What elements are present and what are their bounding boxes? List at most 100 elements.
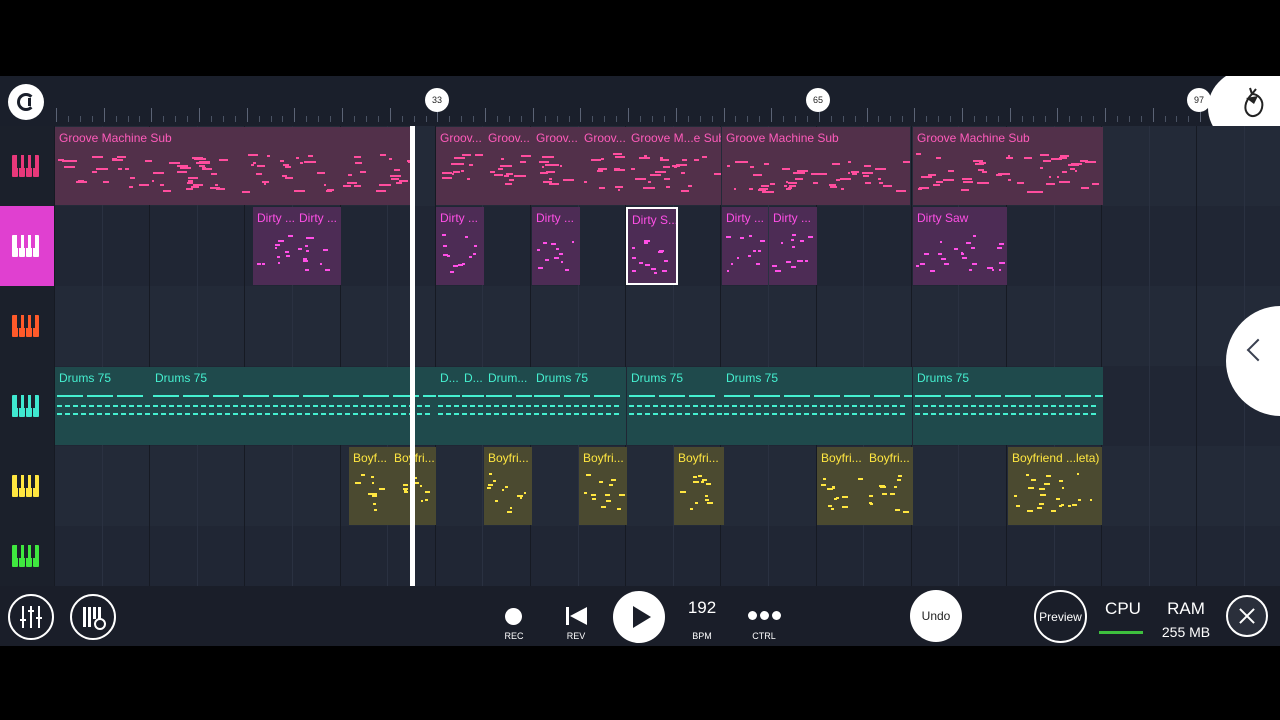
pattern-clip[interactable]: Drums 75	[627, 367, 723, 445]
pattern-clip[interactable]: Drum...	[484, 367, 532, 445]
note-mark	[645, 405, 650, 407]
pattern-clip[interactable]: Groove M...e Sub	[627, 127, 721, 205]
pattern-clip[interactable]: Boyfri...	[817, 447, 865, 525]
bar-marker-65[interactable]: 65	[806, 88, 830, 112]
clip-name: Dirty ...	[257, 211, 295, 225]
bpm-value[interactable]: 192	[672, 598, 732, 618]
pattern-clip[interactable]: Boyf...	[349, 447, 391, 525]
pattern-clip[interactable]: Drums 75	[913, 367, 1103, 445]
note-mark	[467, 177, 471, 180]
pattern-clip[interactable]: Groov...	[436, 127, 484, 205]
pattern-clip[interactable]: Boyfriend ...leta)	[1008, 447, 1102, 525]
track-header-t6[interactable]	[0, 526, 54, 587]
pattern-clip[interactable]: Groove Machine Sub	[55, 127, 415, 205]
pattern-clip[interactable]: Dirty ...	[532, 207, 580, 285]
pattern-clip[interactable]: Drums 75	[532, 367, 626, 445]
track-row-t2[interactable]: Dirty ... Dirty ... Dirty ... Dirty ... Dirt…	[54, 206, 1280, 287]
pattern-clip[interactable]: D...	[460, 367, 484, 445]
note-mark	[153, 171, 163, 174]
note-mark	[1016, 504, 1021, 507]
grid-line	[54, 526, 55, 586]
pattern-clip[interactable]: Boyfri...	[579, 447, 627, 525]
grid-line	[149, 206, 151, 286]
pattern-clip[interactable]: Groov...	[484, 127, 532, 205]
pattern-clip[interactable]: Groov...	[580, 127, 628, 205]
note-mark	[520, 497, 523, 499]
note-mark	[659, 395, 685, 397]
preview-button[interactable]: Preview	[1034, 590, 1087, 643]
rewind-icon[interactable]	[566, 607, 588, 625]
record-icon[interactable]	[505, 608, 522, 625]
pattern-clip[interactable]: Dirty Saw	[913, 207, 1007, 285]
note-mark	[451, 172, 454, 175]
pattern-clip[interactable]: Groove Machine Sub	[722, 127, 910, 205]
grid-line	[958, 286, 960, 366]
track-header-t1[interactable]	[0, 126, 54, 312]
track-row-t4[interactable]: Drums 75 Drums 75 D... D... Drum... Drums 75 D…	[54, 366, 1280, 447]
pattern-clip[interactable]: Dirty ...	[253, 207, 295, 285]
pattern-clip[interactable]: Dirty ...	[295, 207, 341, 285]
note-mark	[732, 405, 737, 407]
pattern-clip[interactable]: D...	[436, 367, 460, 445]
track-header-t4[interactable]	[0, 366, 54, 549]
pattern-clip[interactable]: Dirty S...	[626, 207, 678, 285]
note-mark	[791, 266, 796, 269]
pattern-clip[interactable]: Boyfri...	[865, 447, 913, 525]
track-header-t2[interactable]	[0, 206, 54, 287]
play-icon[interactable]	[613, 591, 665, 643]
track-row-t6[interactable]	[54, 526, 1280, 587]
ruler-tick	[1069, 116, 1071, 122]
pattern-clip[interactable]: Drums 75	[722, 367, 912, 445]
grid-line	[720, 526, 722, 586]
note-mark	[537, 266, 544, 269]
grid-line	[482, 526, 484, 586]
note-mark	[153, 405, 158, 407]
note-mark	[128, 186, 133, 189]
bar-marker-33[interactable]: 33	[425, 88, 449, 112]
ruler-tick	[1009, 108, 1011, 122]
note-mark	[895, 190, 907, 193]
note-mark	[791, 239, 795, 242]
piano-settings-button[interactable]	[70, 594, 116, 640]
track-row-t5[interactable]: Boyf... Boyfri... Boyfri... Boyfri... Boyfri…	[54, 446, 1280, 527]
pattern-clip[interactable]: Dirty ...	[436, 207, 484, 285]
note-mark	[487, 483, 493, 486]
note-mark	[265, 413, 270, 415]
track-header-t3[interactable]	[0, 286, 54, 367]
note-mark	[655, 171, 667, 174]
note-mark	[360, 474, 365, 477]
pattern-clip[interactable]: Dirty ...	[769, 207, 817, 285]
playlist-tracks[interactable]: Groove Machine Sub Groov... Groov... Groov.…	[0, 126, 1280, 634]
pattern-clip[interactable]: Drums 75	[151, 367, 437, 445]
note-mark	[894, 508, 901, 511]
note-mark	[943, 178, 954, 181]
magnet-snap-icon[interactable]	[8, 84, 44, 120]
pattern-clip[interactable]: Groove Machine Sub	[913, 127, 1103, 205]
close-icon[interactable]	[1226, 595, 1268, 637]
note-mark	[373, 502, 376, 505]
track-row-t1[interactable]: Groove Machine Sub Groov... Groov... Groov.…	[54, 126, 1280, 207]
note-mark	[494, 500, 499, 503]
pattern-clip[interactable]: Groov...	[532, 127, 580, 205]
undo-button[interactable]: Undo	[910, 590, 962, 642]
ruler-tick	[508, 116, 510, 122]
pattern-clip[interactable]: Dirty ...	[722, 207, 768, 285]
note-mark	[701, 413, 706, 415]
pattern-clip[interactable]: Boyfri...	[674, 447, 724, 525]
note-mark	[1077, 498, 1081, 501]
note-mark	[937, 252, 942, 255]
grid-line	[958, 446, 960, 526]
mixer-button[interactable]	[8, 594, 54, 640]
note-mark	[1067, 405, 1072, 407]
track-header-t5[interactable]	[0, 446, 54, 634]
pattern-clip[interactable]: Drums 75	[55, 367, 151, 445]
track-row-t3[interactable]	[54, 286, 1280, 367]
note-mark	[273, 395, 299, 397]
timeline-ruler[interactable]: 33 65 97	[0, 76, 1280, 148]
pattern-clip[interactable]: Boyfri...	[484, 447, 532, 525]
note-mark	[644, 154, 647, 157]
grid-line	[1244, 446, 1245, 526]
note-mark	[550, 413, 555, 415]
playhead[interactable]	[410, 126, 415, 586]
grid-line	[101, 206, 103, 286]
